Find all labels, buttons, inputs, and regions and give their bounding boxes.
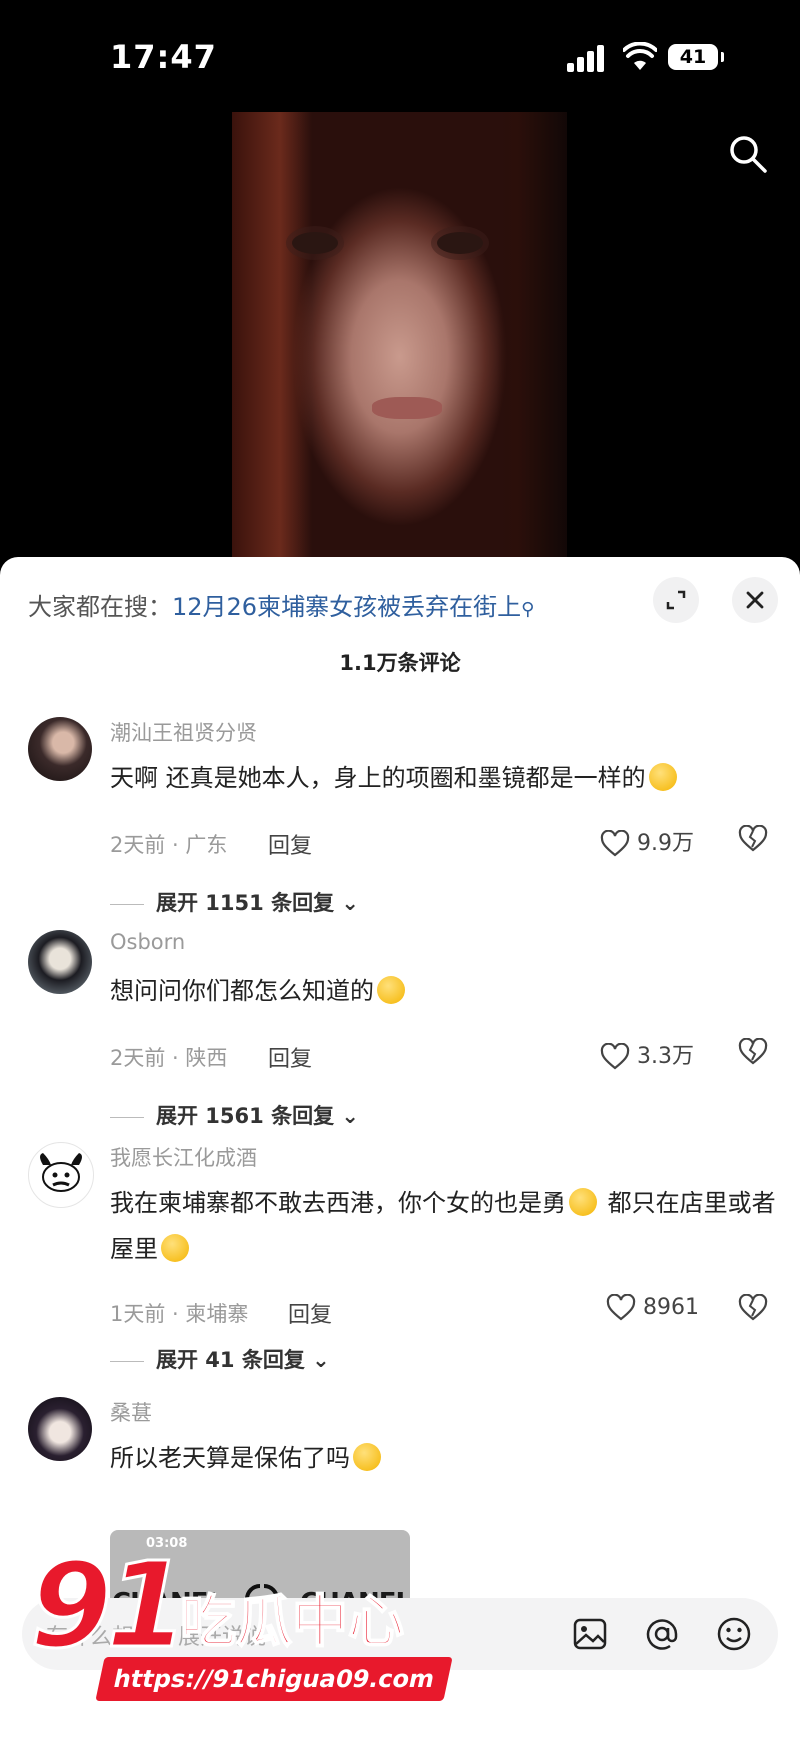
comment-text-part1: 我在柬埔寨都不敢去西港，你个女的也是勇 — [110, 1189, 566, 1217]
comment-username[interactable]: 我愿长江化成酒 — [110, 1142, 257, 1172]
dislike-button[interactable] — [738, 1037, 768, 1066]
comment-text: 我在柬埔寨都不敢去西港，你个女的也是勇 都只在店里或者屋里 — [110, 1180, 780, 1272]
expand-replies[interactable]: 展开 1151 条回复 ⌄ — [110, 887, 359, 917]
cellular-signal-icon — [567, 44, 607, 72]
comment-text-content: 天啊 还真是她本人，身上的项圈和墨镜都是一样的 — [110, 764, 646, 792]
emoji-icon[interactable] — [714, 1614, 754, 1654]
wifi-icon — [623, 42, 657, 70]
expand-icon — [666, 590, 686, 610]
close-icon — [746, 591, 764, 609]
divider-line — [110, 903, 144, 905]
small-search-icon: ⚲ — [521, 599, 535, 620]
video-hair-left — [232, 112, 312, 557]
watermark-url: https://91chigua09.com — [95, 1657, 453, 1701]
cartoon-avatar-icon — [40, 1153, 82, 1192]
reply-button[interactable]: 回复 — [268, 828, 312, 860]
chevron-down-icon: ⌄ — [341, 1104, 359, 1128]
like-count: 3.3万 — [637, 1044, 694, 1069]
video-eye-left — [292, 232, 338, 254]
chevron-down-icon: ⌄ — [341, 891, 359, 915]
crying-emoji-icon — [377, 976, 405, 1004]
watermark-number: 91 — [28, 1536, 189, 1674]
like-button[interactable]: 3.3万 — [600, 1038, 694, 1071]
broken-heart-icon — [738, 1293, 768, 1321]
comment-item: 我愿长江化成酒 我在柬埔寨都不敢去西港，你个女的也是勇 都只在店里或者屋里 1天… — [0, 1142, 800, 1372]
mention-icon[interactable] — [642, 1614, 682, 1654]
expand-replies-label: 展开 1151 条回复 — [156, 891, 335, 915]
like-button[interactable]: 9.9万 — [600, 825, 694, 858]
broken-heart-icon — [738, 824, 768, 852]
expand-replies[interactable]: 展开 41 条回复 ⌄ — [110, 1344, 330, 1374]
like-count: 9.9万 — [637, 831, 694, 856]
avatar[interactable] — [28, 1142, 94, 1208]
comment-username[interactable]: Osborn — [110, 930, 185, 954]
comment-text: 所以老天算是保佑了吗 — [110, 1435, 780, 1481]
video-player[interactable] — [232, 112, 567, 557]
dislike-button[interactable] — [738, 1293, 768, 1322]
comment-text: 想问问你们都怎么知道的 — [110, 968, 780, 1014]
trending-search[interactable]: 大家都在搜：12月26柬埔寨女孩被丢弃在街上⚲ — [28, 587, 534, 622]
avatar[interactable] — [28, 717, 92, 781]
divider-line — [110, 1116, 144, 1118]
heart-icon — [600, 1042, 630, 1070]
smiling-emoji-icon — [353, 1443, 381, 1471]
crying-emoji-icon — [161, 1234, 189, 1262]
watermark: 91 吃瓜中心 https://91chigua09.com — [28, 1536, 453, 1725]
divider-line — [110, 1360, 144, 1362]
comment-meta: 2天前 · 陕西 — [110, 1046, 228, 1070]
trending-prefix: 大家都在搜： — [28, 593, 172, 621]
video-eye-right — [437, 232, 483, 254]
comment-username[interactable]: 潮汕王祖贤分贤 — [110, 717, 257, 747]
crying-emoji-icon — [648, 763, 677, 791]
battery-icon: 41 — [668, 44, 724, 70]
video-lips — [372, 397, 442, 419]
comment-text-content: 想问问你们都怎么知道的 — [110, 977, 374, 1005]
comment-meta: 1天前 · 柬埔寨 — [110, 1302, 249, 1326]
dislike-button[interactable] — [738, 824, 768, 853]
expand-button[interactable] — [653, 577, 699, 623]
avatar[interactable] — [28, 1397, 92, 1461]
expand-replies-label: 展开 1561 条回复 — [156, 1104, 335, 1128]
avatar[interactable] — [28, 930, 92, 994]
expand-replies-label: 展开 41 条回复 — [156, 1348, 305, 1372]
reply-button[interactable]: 回复 — [288, 1297, 332, 1329]
video-hair-right — [497, 112, 567, 557]
like-button[interactable]: 8961 — [606, 1293, 699, 1322]
expand-replies[interactable]: 展开 1561 条回复 ⌄ — [110, 1100, 359, 1130]
comment-item: 潮汕王祖贤分贤 天啊 还真是她本人，身上的项圈和墨镜都是一样的 2天前 · 广东… — [0, 717, 800, 927]
comment-meta: 2天前 · 广东 — [110, 833, 228, 857]
comment-item: Osborn 想问问你们都怎么知道的 2天前 · 陕西 回复 3.3万 展开 1… — [0, 930, 800, 1140]
comment-username[interactable]: 桑葚 — [110, 1397, 152, 1427]
comment-count: 1.1万条评论 — [339, 651, 461, 675]
heart-icon — [600, 829, 630, 857]
reply-button[interactable]: 回复 — [268, 1041, 312, 1073]
crying-emoji-icon — [569, 1188, 597, 1216]
close-button[interactable] — [732, 577, 778, 623]
comment-text-content: 所以老天算是保佑了吗 — [110, 1444, 350, 1472]
status-time: 17:47 — [110, 38, 217, 76]
like-count: 8961 — [643, 1295, 699, 1320]
status-bar: 17:47 41 — [0, 0, 800, 110]
image-icon[interactable] — [570, 1614, 610, 1654]
broken-heart-icon — [738, 1037, 768, 1065]
comment-text: 天啊 还真是她本人，身上的项圈和墨镜都是一样的 — [110, 755, 780, 801]
trending-keyword[interactable]: 12月26柬埔寨女孩被丢弃在街上 — [172, 593, 521, 621]
watermark-name: 吃瓜中心 — [179, 1589, 405, 1656]
heart-icon — [606, 1293, 636, 1321]
chevron-down-icon: ⌄ — [312, 1348, 330, 1372]
search-icon[interactable] — [728, 134, 768, 174]
